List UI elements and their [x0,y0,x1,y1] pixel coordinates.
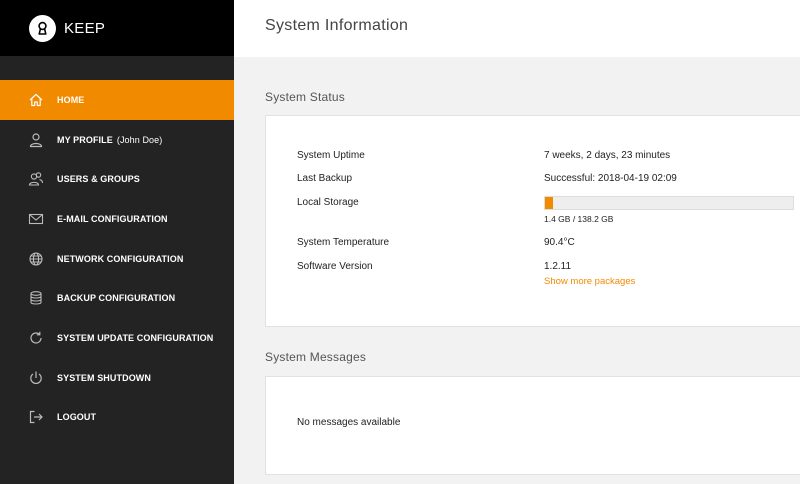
brand-name: KEEP [64,19,106,37]
system-messages-title: System Messages [265,350,367,364]
show-more-packages-link[interactable]: Show more packages [544,276,635,287]
storage-value: 1.4 GB / 138.2 GB [544,214,614,224]
nav-item-my-profile[interactable]: MY PROFILE (John Doe) [0,120,234,160]
user-icon [28,132,44,148]
mail-icon [28,211,44,227]
top-bar: System Information [234,0,800,57]
system-status-card: System Uptime 7 weeks, 2 days, 23 minute… [265,115,800,327]
nav-item-system-shutdown[interactable]: SYSTEM SHUTDOWN [0,358,234,398]
temperature-value: 90.4°C [544,237,575,248]
nav-label: SYSTEM UPDATE CONFIGURATION [57,332,214,343]
system-messages-card: No messages available [265,376,800,475]
no-messages-text: No messages available [297,417,401,428]
brand-header[interactable]: KEEP [0,0,234,56]
globe-icon [28,251,44,267]
keyhole-logo-icon [29,14,56,42]
software-version-label: Software Version [297,261,373,272]
database-icon [28,290,44,306]
software-version-value: 1.2.11 [544,261,572,272]
home-icon [28,92,44,108]
nav-label-sub: (John Doe) [116,134,163,145]
nav-item-logout[interactable]: LOGOUT [0,398,234,438]
nav-label: LOGOUT [57,412,97,423]
nav-item-system-update-configuration[interactable]: SYSTEM UPDATE CONFIGURATION [0,318,234,358]
nav-item-home[interactable]: HOME [0,80,234,120]
logout-icon [28,409,44,425]
nav-label: HOME [57,94,85,105]
power-icon [28,370,44,386]
backup-value: Successful: 2018-04-19 02:09 [544,173,677,184]
system-status-title: System Status [265,90,345,104]
nav-item-backup-configuration[interactable]: BACKUP CONFIGURATION [0,278,234,318]
storage-progress-bar [544,196,794,210]
storage-label: Local Storage [297,197,359,208]
sidebar-nav: HOME MY PROFILE (John Doe) USERS & GROUPS… [0,80,234,437]
nav-label: USERS & GROUPS [57,174,140,185]
nav-label-text: MY PROFILE [57,134,113,145]
page-title: System Information [265,17,409,34]
uptime-value: 7 weeks, 2 days, 23 minutes [544,150,671,161]
nav-label: NETWORK CONFIGURATION [57,253,184,264]
nav-label: E-MAIL CONFIGURATION [57,213,168,224]
storage-progress-fill [545,197,553,209]
nav-label: SYSTEM SHUTDOWN [57,372,152,383]
refresh-icon [28,330,44,346]
uptime-label: System Uptime [297,150,365,161]
sidebar: KEEP HOME MY PROFILE (John Doe) USERS & G… [0,0,234,484]
nav-label: BACKUP CONFIGURATION [57,293,176,304]
nav-item-email-configuration[interactable]: E-MAIL CONFIGURATION [0,199,234,239]
users-icon [28,171,44,187]
temperature-label: System Temperature [297,237,390,248]
nav-label: MY PROFILE (John Doe) [57,135,162,145]
backup-label: Last Backup [297,173,353,184]
nav-item-network-configuration[interactable]: NETWORK CONFIGURATION [0,239,234,279]
nav-item-users-groups[interactable]: USERS & GROUPS [0,159,234,199]
